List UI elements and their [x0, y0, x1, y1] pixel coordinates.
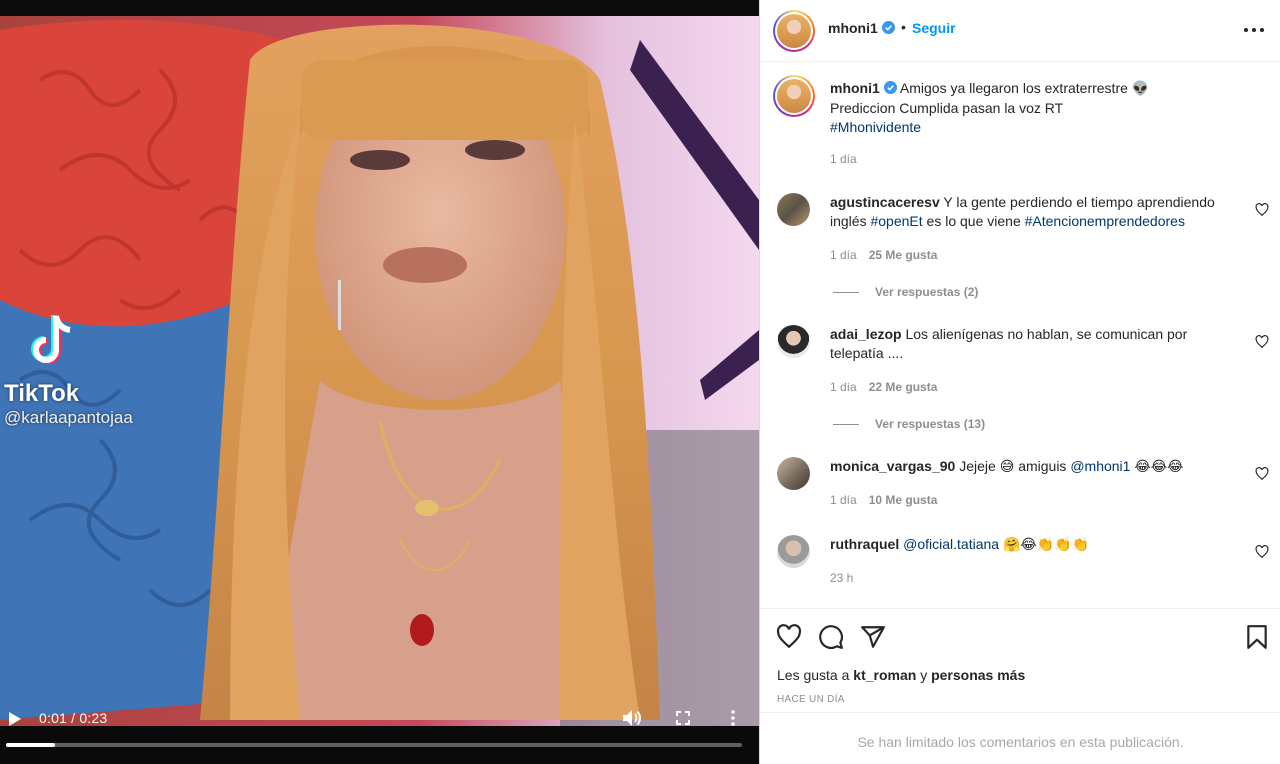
heart-icon[interactable] [776, 624, 802, 650]
comment-age[interactable]: 1 día [830, 380, 857, 394]
caption-username[interactable]: mhoni1 [830, 80, 880, 96]
comment-text: ruthraquel @oficial.tatiana 🤗😂👏👏👏 [830, 535, 1240, 555]
author-username[interactable]: mhoni1 [828, 20, 895, 36]
separator-dot: • [901, 19, 906, 35]
video-frame [0, 0, 759, 764]
volume-button[interactable] [620, 706, 644, 730]
comment-likes[interactable]: 22 Me gusta [869, 380, 938, 394]
more-horizontal-icon[interactable] [1242, 22, 1266, 38]
likes-user[interactable]: kt_roman [853, 667, 916, 683]
comment-avatar[interactable] [777, 535, 810, 568]
comment-item: adai_lezop Los alienígenas no hablan, se… [760, 325, 1280, 435]
follow-button[interactable]: Seguir [912, 20, 956, 36]
comment-meta: 1 día 10 Me gusta [830, 493, 937, 507]
play-button[interactable] [4, 708, 26, 730]
comment-text: monica_vargas_90 Jejeje 😅 amiguis @mhoni… [830, 457, 1240, 477]
likes-prefix: Les gusta a [777, 667, 850, 683]
caption-line-2: Prediccion Cumplida pasan la voz RT [830, 100, 1064, 116]
verified-badge-icon [881, 21, 895, 34]
tiktok-icon [31, 315, 71, 364]
more-vertical-icon [731, 710, 735, 726]
tiktok-watermark-name: TikTok [4, 380, 80, 407]
likes-conjunction: y [920, 667, 928, 683]
author-username-text: mhoni1 [828, 20, 878, 36]
tiktok-watermark-handle: @karlaapantojaa [4, 408, 133, 427]
heart-icon[interactable] [1255, 545, 1269, 559]
comment-body: Jejeje [959, 458, 996, 474]
caption-line-1: Amigos ya llegaron los extraterrestre [899, 80, 1128, 96]
heart-icon[interactable] [1255, 335, 1269, 349]
share-icon[interactable] [860, 624, 886, 650]
post-actions: Les gusta a kt_roman y personas más HACE… [760, 608, 1280, 712]
comment-hashtag[interactable]: #openEt [870, 213, 922, 229]
caption-text: mhoni1 Amigos ya llegaron los extraterre… [830, 79, 1250, 137]
play-icon [9, 712, 21, 726]
fullscreen-button[interactable] [672, 706, 694, 730]
comments-limited-notice: Se han limitado los comentarios en esta … [760, 712, 1280, 764]
verified-badge-icon [883, 81, 897, 94]
video-top-edge [0, 0, 759, 16]
comment-likes[interactable]: 10 Me gusta [869, 493, 938, 507]
comment-age[interactable]: 1 día [830, 248, 857, 262]
comment-item: agustincaceresv Y la gente perdiendo el … [760, 193, 1280, 303]
caption-hashtag[interactable]: #Mhonividente [830, 119, 921, 135]
view-replies-label: Ver respuestas (13) [875, 417, 986, 431]
fullscreen-icon [676, 711, 690, 725]
comment-age[interactable]: 23 h [830, 571, 853, 585]
comment-text: adai_lezop Los alienígenas no hablan, se… [830, 325, 1210, 363]
video-controls: 0:01 / 0:23 [0, 700, 759, 764]
likes-others[interactable]: personas más [931, 667, 1025, 683]
video-time-display: 0:01 / 0:23 [39, 710, 108, 726]
video-player[interactable]: TikTok @karlaapantojaa 0:01 / 0:23 [0, 0, 759, 764]
view-replies-button[interactable]: Ver respuestas (2) [833, 285, 978, 299]
alien-emoji: 👽 [1131, 81, 1150, 97]
comment-item: ruthraquel @oficial.tatiana 🤗😂👏👏👏 23 h [760, 535, 1280, 595]
bookmark-icon[interactable] [1244, 624, 1270, 650]
video-progress-bar[interactable] [6, 743, 742, 747]
comment-mention[interactable]: @oficial.tatiana [903, 536, 999, 552]
post-caption: mhoni1 Amigos ya llegaron los extraterre… [760, 75, 1280, 175]
volume-icon [623, 710, 641, 726]
comment-avatar[interactable] [777, 457, 810, 490]
comment-meta: 1 día 22 Me gusta [830, 380, 937, 394]
comment-text: agustincaceresv Y la gente perdiendo el … [830, 193, 1240, 231]
post-header: mhoni1 • Seguir [760, 0, 1280, 62]
video-progress-fill [6, 743, 55, 747]
comment-icon[interactable] [818, 624, 844, 650]
comment-meta: 1 día 25 Me gusta [830, 248, 937, 262]
caption-age[interactable]: 1 día [830, 152, 857, 166]
view-replies-button[interactable]: Ver respuestas (13) [833, 417, 985, 431]
comment-likes[interactable]: 25 Me gusta [869, 248, 938, 262]
comment-age[interactable]: 1 día [830, 493, 857, 507]
sweat-smile-emoji: 😅 [999, 459, 1015, 475]
laughing-emoji: 😂😂😂 [1134, 459, 1184, 475]
heart-icon[interactable] [1255, 203, 1269, 217]
post-side-panel: mhoni1 • Seguir mhoni1 Amigos ya llegaro… [759, 0, 1280, 764]
comment-username[interactable]: monica_vargas_90 [830, 458, 955, 474]
comment-username[interactable]: agustincaceresv [830, 194, 940, 210]
caption-author-avatar[interactable] [773, 75, 815, 117]
comment-body: es lo que viene [926, 213, 1021, 229]
comment-username[interactable]: ruthraquel [830, 536, 899, 552]
comment-hashtag[interactable]: #Atencionemprendedores [1025, 213, 1185, 229]
comment-avatar[interactable] [777, 325, 810, 358]
comments-list[interactable]: mhoni1 Amigos ya llegaron los extraterre… [760, 63, 1280, 608]
comment-body: amiguis [1018, 458, 1067, 474]
instagram-post-modal: TikTok @karlaapantojaa 0:01 / 0:23 mhoni… [0, 0, 1280, 764]
view-replies-label: Ver respuestas (2) [875, 285, 979, 299]
author-avatar[interactable] [773, 10, 815, 52]
video-more-button[interactable] [724, 706, 742, 730]
likes-summary: Les gusta a kt_roman y personas más [777, 667, 1025, 683]
reaction-emoji: 🤗😂👏👏👏 [1002, 537, 1090, 553]
comment-item: monica_vargas_90 Jejeje 😅 amiguis @mhoni… [760, 457, 1280, 517]
post-timestamp[interactable]: HACE UN DÍA [777, 694, 845, 705]
heart-icon[interactable] [1255, 467, 1269, 481]
comment-avatar[interactable] [777, 193, 810, 226]
comment-mention[interactable]: @mhoni1 [1070, 458, 1130, 474]
comment-username[interactable]: adai_lezop [830, 326, 902, 342]
